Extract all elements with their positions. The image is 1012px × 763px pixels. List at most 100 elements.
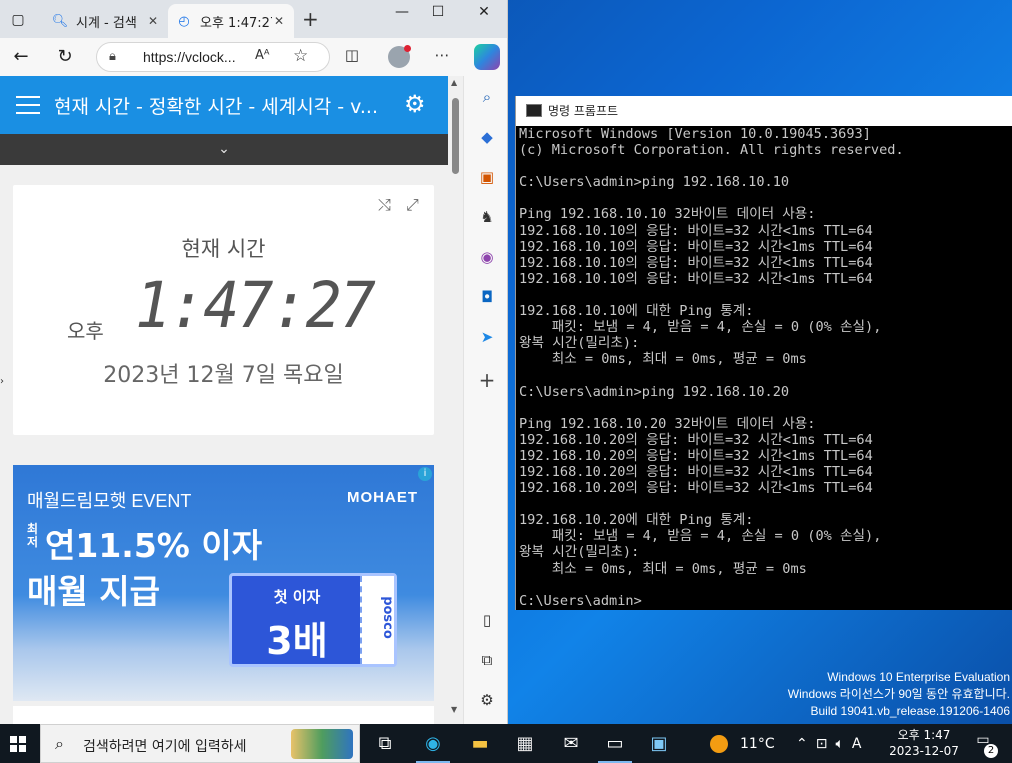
- cmd-title: 명령 프롬프트: [548, 104, 619, 118]
- clock-digits: 1:47:27: [135, 269, 376, 343]
- cmd-line: [519, 158, 1012, 174]
- mail-icon[interactable]: ✉: [550, 724, 592, 763]
- settings-icon[interactable]: ⚙: [476, 689, 498, 711]
- tab-title: 오후 1:47:27 - 현재 시간: [200, 15, 272, 31]
- lock-icon: 🔒︎: [109, 49, 116, 64]
- external-link-icon[interactable]: ⧉: [476, 649, 498, 671]
- network-icon[interactable]: ⊡: [816, 736, 828, 752]
- clock-card: ⤭ ⤢ 현재 시간 오후 1:47:27 2023년 12월 7일 목요일: [13, 185, 434, 435]
- outlook-icon[interactable]: ◘: [476, 286, 498, 308]
- url-field[interactable]: 🔒︎ https://vclock... Aᴬ ☆: [96, 42, 330, 72]
- cmd-line: C:\Users\admin>ping 192.168.10.10: [519, 174, 790, 191]
- windows-watermark: Windows 10 Enterprise Evaluation Windows…: [788, 669, 1010, 720]
- add-icon[interactable]: +: [476, 369, 498, 391]
- ad-info-icon[interactable]: i: [418, 467, 432, 481]
- clock-ampm: 오후: [67, 319, 104, 343]
- chevron-right-icon[interactable]: ›: [0, 376, 4, 387]
- cmd-line: [519, 400, 1012, 416]
- web-page: 현재 시간 - 정확한 시간 - 세계시각 - v... ⚙ ⌄ › ⤭ ⤢ 현…: [0, 76, 463, 724]
- weather-widget[interactable]: 11°C: [710, 724, 775, 763]
- gear-icon[interactable]: ⚙: [404, 90, 426, 118]
- cmd-line: 192.168.10.20의 응답: 바이트=32 시간<1ms TTL=64: [519, 431, 873, 448]
- store-icon[interactable]: ▦: [504, 724, 546, 763]
- advertisement-banner[interactable]: i 매월드림모햇 EVENT MOHAET 최저 연11.5% 이자 매월 지급…: [13, 465, 434, 701]
- minimize-button[interactable]: —: [384, 4, 420, 20]
- menu-icon[interactable]: [16, 96, 40, 114]
- volume-icon[interactable]: 🔈︎: [835, 736, 843, 752]
- tag-icon[interactable]: ◆: [476, 126, 498, 148]
- cmd-title-bar[interactable]: 명령 프롬프트: [516, 96, 1012, 126]
- tab-title: 시계 - 검색: [76, 15, 137, 31]
- chevron-up-icon[interactable]: ⌃: [796, 736, 808, 752]
- edge-icon[interactable]: ◉: [412, 724, 454, 763]
- favorite-star-icon[interactable]: ☆: [293, 46, 308, 66]
- ticket-stub: posco: [360, 576, 395, 664]
- scroll-up-icon[interactable]: ▲: [451, 78, 457, 87]
- cmd-line: [519, 367, 1012, 383]
- chess-icon[interactable]: ♞: [476, 206, 498, 228]
- cmd-line: 192.168.10.20에 대한 Ping 통계:: [519, 512, 754, 529]
- cmd-line: 192.168.10.20의 응답: 바이트=32 시간<1ms TTL=64: [519, 463, 873, 480]
- cmd-line: [519, 577, 1012, 593]
- sun-icon: [710, 734, 728, 753]
- close-tab-icon[interactable]: ✕: [146, 14, 160, 28]
- url-text: https://vclock...: [143, 49, 236, 65]
- collapse-toggle[interactable]: ⌄: [0, 134, 448, 165]
- new-tab-button[interactable]: +: [302, 9, 319, 29]
- windows-logo-icon: [10, 736, 26, 752]
- tab-actions-icon[interactable]: ▢: [6, 9, 30, 31]
- refresh-button[interactable]: ↻: [52, 46, 78, 68]
- search-highlight-image: [291, 729, 353, 759]
- search-icon: 🔍︎: [51, 13, 69, 29]
- close-tab-icon[interactable]: ✕: [272, 14, 286, 28]
- start-button[interactable]: [0, 724, 40, 763]
- file-explorer-icon[interactable]: ▬: [459, 724, 501, 763]
- cmd-line: 192.168.10.20의 응답: 바이트=32 시간<1ms TTL=64: [519, 480, 873, 497]
- watermark-line: Windows 10 Enterprise Evaluation: [827, 670, 1010, 684]
- more-menu-icon[interactable]: ⋯: [430, 46, 454, 68]
- taskbar-search-box[interactable]: ⌕ 검색하려면 여기에 입력하세: [40, 724, 360, 763]
- cmd-line: Ping 192.168.10.20 32바이트 데이터 사용:: [519, 415, 816, 432]
- tab-vclock[interactable]: ◴ 오후 1:47:27 - 현재 시간 ✕: [168, 4, 294, 38]
- back-button[interactable]: ←: [8, 46, 34, 68]
- ad-brand-logo: MOHAET: [347, 489, 418, 506]
- tab-search[interactable]: 🔍︎ 시계 - 검색 ✕: [44, 4, 168, 38]
- content-below-ad: [13, 706, 434, 724]
- m365-icon[interactable]: ◉: [476, 246, 498, 268]
- search-icon[interactable]: ⌕: [476, 86, 498, 108]
- edge-sidebar: ⌕ ◆ ▣ ♞ ◉ ◘ ➤ + ▯ ⧉ ⚙: [463, 76, 507, 724]
- maximize-button[interactable]: ☐: [420, 4, 456, 20]
- cmd-taskbar-icon[interactable]: ▭: [594, 724, 636, 763]
- share-icon[interactable]: ⤭: [378, 195, 391, 215]
- cmd-line: [519, 496, 1012, 512]
- copilot-icon[interactable]: [474, 44, 500, 70]
- cmd-line: 최소 = 0ms, 최대 = 0ms, 평균 = 0ms: [519, 560, 807, 577]
- scroll-down-icon[interactable]: ▼: [451, 705, 457, 714]
- scroll-thumb[interactable]: [452, 98, 459, 174]
- tab-strip: ▢ 🔍︎ 시계 - 검색 ✕ ◴ 오후 1:47:27 - 현재 시간 ✕ + …: [0, 0, 507, 38]
- toolbox-icon[interactable]: ▣: [476, 166, 498, 188]
- notification-center-icon[interactable]: ▭ 2: [972, 732, 998, 758]
- ime-indicator[interactable]: A: [852, 736, 862, 752]
- cmd-output[interactable]: Microsoft Windows [Version 10.0.19045.36…: [519, 126, 1012, 609]
- close-button[interactable]: ✕: [466, 4, 502, 20]
- cmd-line: [519, 287, 1012, 303]
- taskbar-clock[interactable]: 오후 1:47 2023-12-07: [884, 727, 964, 759]
- split-screen-icon[interactable]: ◫: [340, 46, 364, 68]
- send-icon[interactable]: ➤: [476, 326, 498, 348]
- ad-ticket: 첫 이자 3배 posco: [229, 573, 397, 667]
- page-scrollbar[interactable]: ▲ ▼: [448, 76, 463, 724]
- cmd-line: 192.168.10.10의 응답: 바이트=32 시간<1ms TTL=64: [519, 270, 873, 287]
- fullscreen-icon[interactable]: ⤢: [406, 195, 419, 215]
- cmd-line: Ping 192.168.10.10 32바이트 데이터 사용:: [519, 206, 816, 223]
- ticket-stub-text: posco: [379, 596, 395, 639]
- read-aloud-icon[interactable]: Aᴬ: [255, 48, 270, 63]
- sidebar-panel-icon[interactable]: ▯: [476, 609, 498, 631]
- command-prompt-window[interactable]: 명령 프롬프트 Microsoft Windows [Version 10.0.…: [515, 96, 1012, 610]
- ad-small-text: 최저: [27, 522, 39, 549]
- ticket-top-text: 첫 이자: [273, 588, 321, 606]
- profile-avatar[interactable]: [388, 45, 411, 68]
- network-app-icon[interactable]: ▣: [638, 724, 680, 763]
- cmd-line: C:\Users\admin>ping 192.168.10.20: [519, 383, 790, 400]
- task-view-icon[interactable]: ⧉: [364, 724, 406, 763]
